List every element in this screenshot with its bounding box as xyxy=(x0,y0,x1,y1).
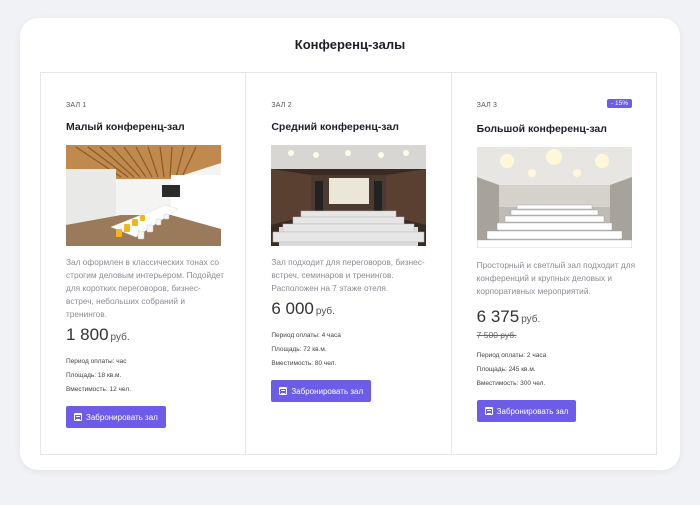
page-title: Конференц-залы xyxy=(294,37,406,52)
price-currency: руб. xyxy=(110,332,130,343)
calendar-icon xyxy=(74,413,82,421)
hall-card-1: ЗАЛ 1 Малый конференц-зал Зал оформлен в… xyxy=(41,73,247,454)
calendar-icon xyxy=(279,387,288,395)
hall-photo xyxy=(66,145,221,246)
price-value: 6 375 xyxy=(476,307,520,326)
price-currency: руб. xyxy=(315,306,335,317)
price-value: 1 800 xyxy=(66,325,109,344)
hall-description: Зал оформлен в классических тонах со стр… xyxy=(66,257,225,319)
hall-label: ЗАЛ 1 xyxy=(66,102,87,109)
hall-photo xyxy=(476,147,632,248)
hall-area: Площадь: 72 кв.м. xyxy=(271,346,327,353)
payment-period: Период оплаты: 4 часа xyxy=(271,332,341,339)
hall-price: 6 375 руб. xyxy=(477,307,541,327)
book-hall-button-label: Забронировать зал xyxy=(86,412,158,422)
old-price: 7 500 руб. xyxy=(476,330,517,340)
hall-capacity: Вместимость: 80 чел. xyxy=(271,360,337,367)
hall-label: ЗАЛ 3 xyxy=(476,102,498,109)
calendar-icon xyxy=(484,407,493,415)
hall-capacity: Вместимость: 300 чел. xyxy=(476,380,546,387)
hall-name: Большой конференц-зал xyxy=(476,123,607,135)
halls-grid: ЗАЛ 1 Малый конференц-зал Зал оформлен в… xyxy=(40,72,657,455)
hall-description: Зал подходит для переговоров, бизнес-вст… xyxy=(271,257,425,293)
hall-description: Просторный и светлый зал подходит для ко… xyxy=(476,260,636,296)
book-hall-button-label: Забронировать зал xyxy=(496,406,569,416)
book-hall-button[interactable]: Забронировать зал xyxy=(271,380,372,402)
payment-period: Период оплаты: час xyxy=(66,358,127,365)
payment-period: Период оплаты: 2 часа xyxy=(476,352,547,359)
hall-photo xyxy=(271,145,427,246)
hall-price: 6 000 руб. xyxy=(271,299,335,319)
book-hall-button[interactable]: Забронировать зал xyxy=(476,400,577,422)
hall-price: 1 800 руб. xyxy=(66,325,130,345)
discount-badge: - 15% xyxy=(607,99,632,108)
hall-name: Средний конференц-зал xyxy=(271,121,399,133)
hall-area: Площадь: 245 кв.м. xyxy=(476,366,536,373)
hall-name: Малый конференц-зал xyxy=(66,121,185,133)
hall-capacity: Вместимость: 12 чел. xyxy=(66,386,131,393)
hall-area: Площадь: 18 кв.м. xyxy=(66,372,122,379)
hall-card-3: ЗАЛ 3 - 15% Большой конференц-зал Просто… xyxy=(452,73,656,454)
book-hall-button-label: Забронировать зал xyxy=(291,386,364,396)
price-currency: руб. xyxy=(521,314,541,325)
price-value: 6 000 xyxy=(271,299,314,318)
conference-halls-card: Конференц-залы ЗАЛ 1 Малый конференц-зал xyxy=(20,18,680,470)
hall-label: ЗАЛ 2 xyxy=(271,102,292,109)
hall-card-2: ЗАЛ 2 Средний конференц-зал Зал подходит… xyxy=(246,73,452,454)
book-hall-button[interactable]: Забронировать зал xyxy=(66,406,166,428)
